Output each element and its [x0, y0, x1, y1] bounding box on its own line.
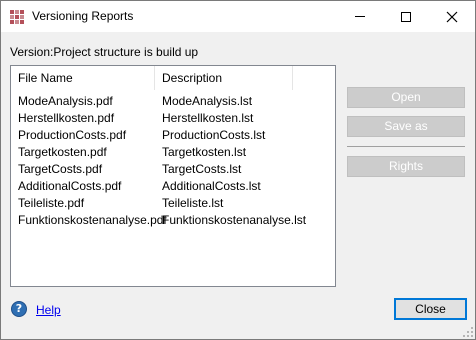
- file-name-cell: Teileliste.pdf: [18, 196, 85, 210]
- list-item[interactable]: Funktionskostenanalyse.pdf Funktionskost…: [11, 212, 335, 229]
- description-cell: ProductionCosts.lst: [162, 128, 266, 142]
- file-name-cell: Herstellkosten.pdf: [18, 111, 115, 125]
- button-separator: [347, 146, 465, 147]
- column-header-description[interactable]: Description: [155, 66, 293, 90]
- description-cell: Herstellkosten.lst: [162, 111, 254, 125]
- maximize-button[interactable]: [383, 1, 429, 32]
- versioning-reports-dialog: Versioning Reports Version:Project struc…: [0, 0, 476, 340]
- column-header-file-name[interactable]: File Name: [11, 66, 155, 90]
- file-name-cell: AdditionalCosts.pdf: [18, 179, 122, 193]
- resize-grip[interactable]: [463, 327, 473, 337]
- reports-list[interactable]: File Name Description ModeAnalysis.pdf M…: [10, 65, 336, 287]
- file-name-cell: ModeAnalysis.pdf: [18, 94, 113, 108]
- description-cell: ModeAnalysis.lst: [162, 94, 253, 108]
- list-header: File Name Description: [11, 66, 335, 90]
- close-button[interactable]: Close: [394, 298, 467, 320]
- list-item[interactable]: AdditionalCosts.pdf AdditionalCosts.lst: [11, 178, 335, 195]
- list-item[interactable]: TargetCosts.pdf TargetCosts.lst: [11, 161, 335, 178]
- file-name-cell: Funktionskostenanalyse.pdf: [18, 213, 167, 227]
- file-name-cell: ProductionCosts.pdf: [18, 128, 127, 142]
- description-cell: Teileliste.lst: [162, 196, 224, 210]
- file-name-cell: Targetkosten.pdf: [18, 145, 107, 159]
- close-window-button[interactable]: [429, 1, 475, 32]
- description-cell: Targetkosten.lst: [162, 145, 247, 159]
- close-icon: [446, 11, 458, 22]
- list-item[interactable]: Herstellkosten.pdf Herstellkosten.lst: [11, 110, 335, 127]
- help-link[interactable]: Help: [36, 303, 61, 317]
- save-as-button[interactable]: Save as: [347, 116, 465, 137]
- description-cell: AdditionalCosts.lst: [162, 179, 261, 193]
- help-icon[interactable]: ?: [11, 301, 27, 317]
- window-title: Versioning Reports: [32, 9, 134, 23]
- list-item[interactable]: ProductionCosts.pdf ProductionCosts.lst: [11, 127, 335, 144]
- list-item[interactable]: Teileliste.pdf Teileliste.lst: [11, 195, 335, 212]
- minimize-button[interactable]: [337, 1, 383, 32]
- description-cell: TargetCosts.lst: [162, 162, 242, 176]
- version-status-label: Version:Project structure is build up: [10, 45, 199, 59]
- minimize-icon: [355, 16, 365, 17]
- list-item[interactable]: ModeAnalysis.pdf ModeAnalysis.lst: [11, 93, 335, 110]
- open-button[interactable]: Open: [347, 87, 465, 108]
- maximize-icon: [401, 11, 411, 22]
- description-cell: Funktionskostenanalyse.lst: [162, 213, 307, 227]
- file-name-cell: TargetCosts.pdf: [18, 162, 103, 176]
- list-item[interactable]: Targetkosten.pdf Targetkosten.lst: [11, 144, 335, 161]
- title-bar[interactable]: Versioning Reports: [1, 1, 475, 32]
- app-grid-icon: [10, 10, 24, 24]
- rights-button[interactable]: Rights: [347, 156, 465, 177]
